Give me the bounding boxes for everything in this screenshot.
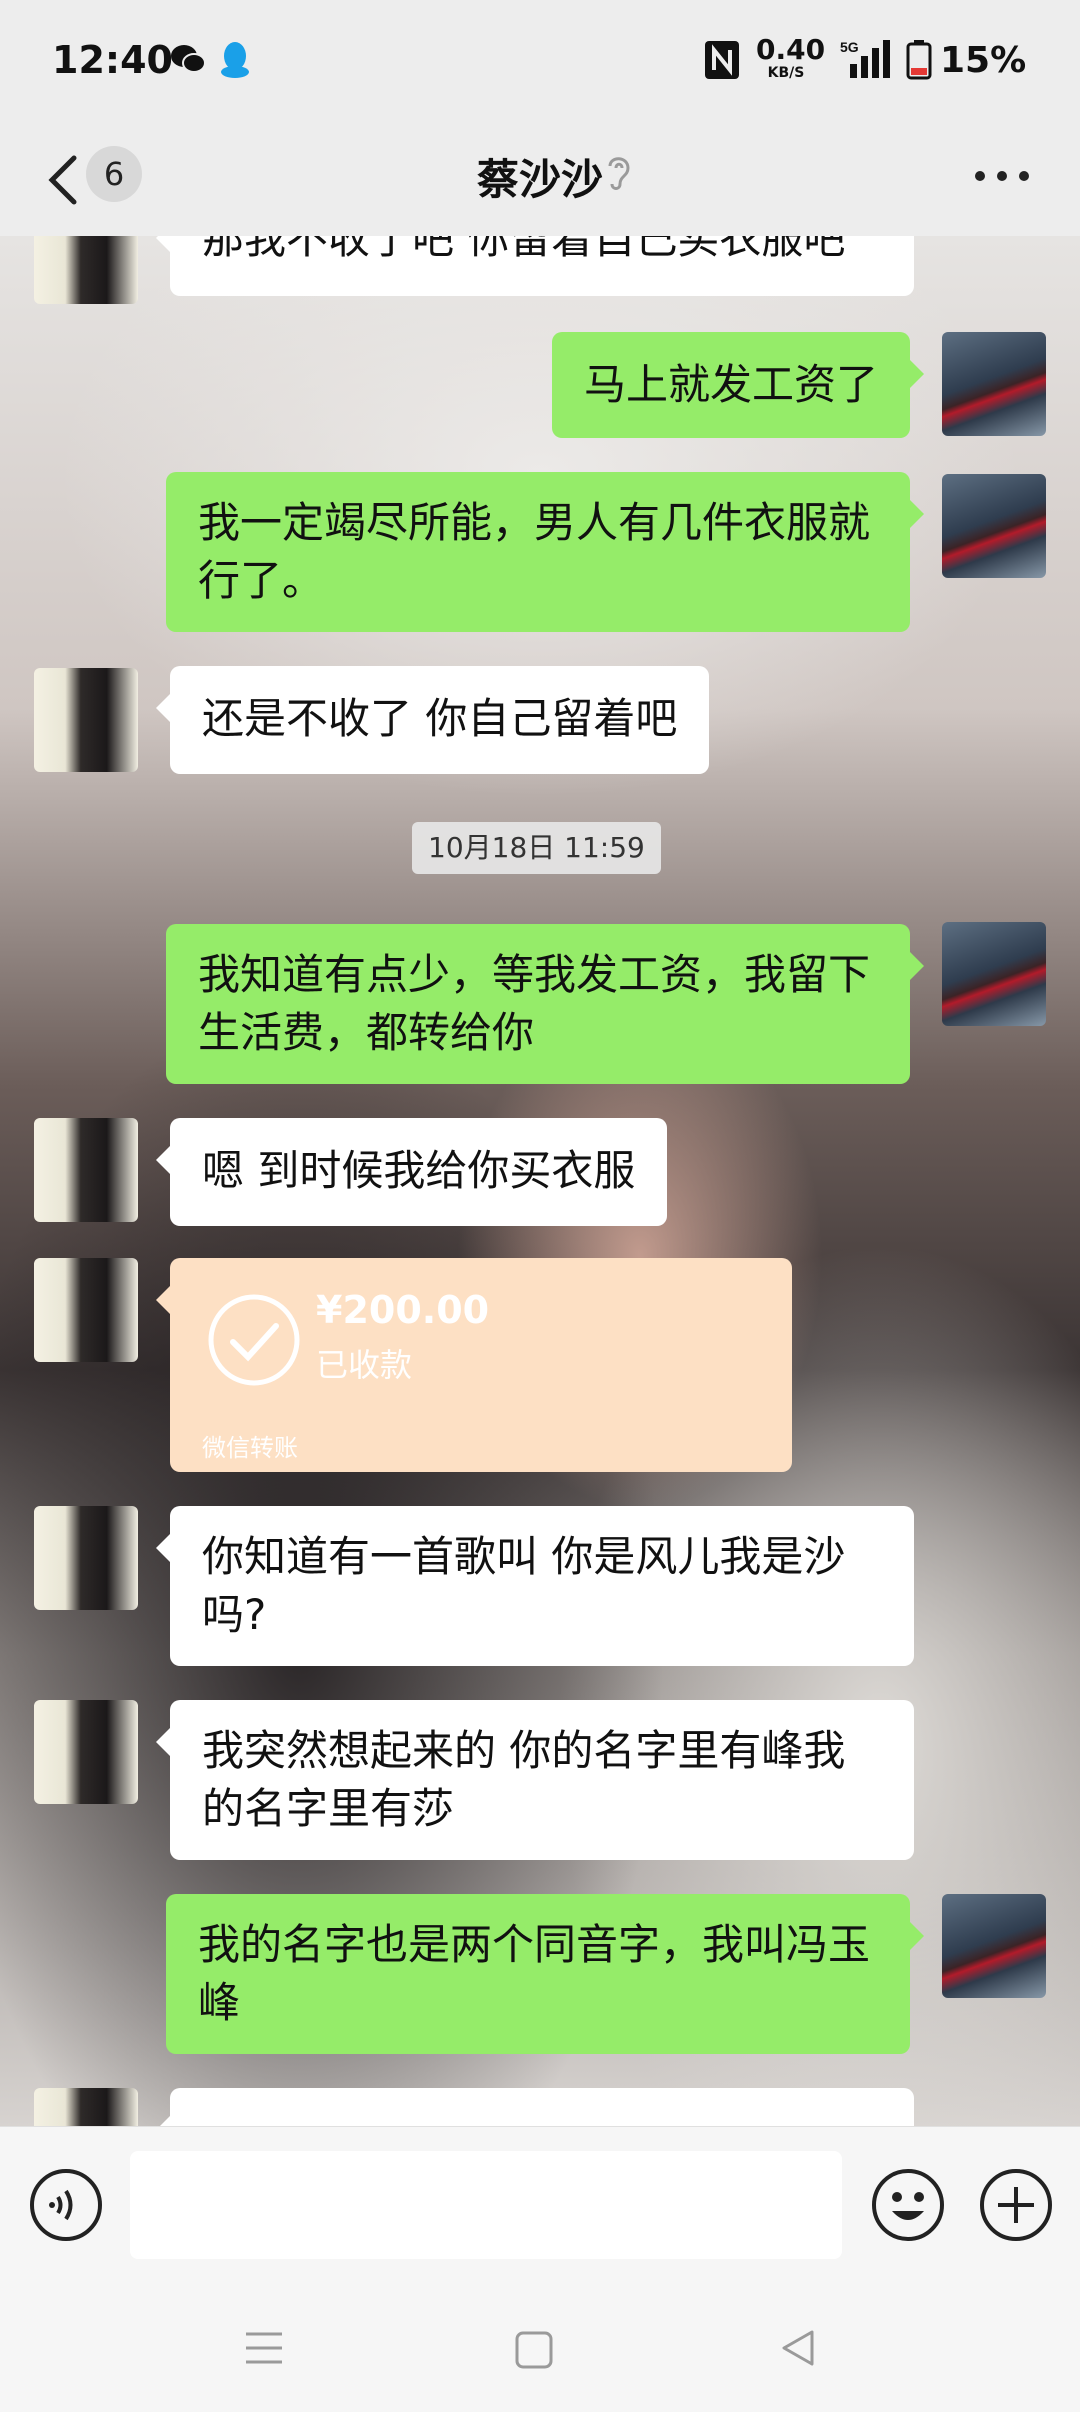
plus-icon[interactable] bbox=[978, 2167, 1054, 2247]
message-bubble-received[interactable]: 我突然想起来的 你的名字里有峰我的名字里有莎 bbox=[156, 1700, 914, 1860]
check-circle-icon bbox=[206, 1292, 302, 1392]
message-bubble-received[interactable]: 还是不收了 你自己留着吧 bbox=[155, 666, 710, 774]
contact-avatar[interactable] bbox=[34, 1258, 138, 1362]
svg-text:5G: 5G bbox=[840, 39, 859, 55]
my-avatar[interactable] bbox=[942, 922, 1046, 1026]
more-icon[interactable] bbox=[974, 168, 1030, 188]
message-timestamp: 10月18日 11:59 bbox=[412, 822, 661, 874]
network-speed-unit: KB/S bbox=[767, 65, 805, 81]
wechat-notification-icon bbox=[170, 44, 206, 78]
qq-notification-icon bbox=[220, 40, 250, 84]
nfc-icon bbox=[704, 40, 740, 84]
chat-header: 6 蔡沙沙 bbox=[0, 124, 1080, 236]
battery-icon bbox=[906, 40, 932, 84]
message-bubble-received[interactable]: 你知道有一首歌叫 你是风儿我是沙吗? bbox=[156, 1506, 914, 1666]
message-bubble-sent[interactable]: 我的名字也是两个同音字，我叫冯玉峰 bbox=[166, 1894, 924, 2054]
message-bubble-received[interactable]: 那我不收了吧 你留着自己买衣服吧 bbox=[156, 236, 914, 296]
message-bubble-sent[interactable]: 我知道有点少，等我发工资，我留下生活费，都转给你 bbox=[166, 924, 924, 1084]
my-avatar[interactable] bbox=[942, 1894, 1046, 1998]
wechat-chat-screen: 12:40 0.40 KB/S 5G 15% 6 蔡沙沙 那我不收了吧 你留着自… bbox=[0, 0, 1080, 2412]
voice-icon[interactable] bbox=[28, 2167, 104, 2247]
signal-5g-icon: 5G bbox=[826, 38, 896, 84]
chat-title: 蔡沙沙 bbox=[476, 155, 603, 204]
home-icon[interactable] bbox=[514, 2330, 554, 2374]
message-bubble-received[interactable]: 嗯 到时候我给你买衣服 bbox=[155, 1118, 668, 1226]
my-avatar[interactable] bbox=[942, 474, 1046, 578]
contact-avatar[interactable] bbox=[34, 668, 138, 772]
back-triangle-icon[interactable] bbox=[778, 2328, 818, 2372]
emoji-icon[interactable] bbox=[870, 2167, 946, 2247]
recent-apps-icon[interactable] bbox=[244, 2330, 284, 2370]
transfer-status: 已收款 bbox=[316, 1346, 413, 1384]
battery-percent: 15% bbox=[940, 40, 1027, 81]
contact-avatar[interactable] bbox=[34, 1118, 138, 1222]
message-bubble-sent[interactable]: 我一定竭尽所能，男人有几件衣服就行了。 bbox=[166, 472, 924, 632]
message-bubble-sent[interactable]: 马上就发工资了 bbox=[551, 332, 925, 438]
network-speed: 0.40 KB/S bbox=[756, 33, 826, 81]
contact-avatar[interactable] bbox=[34, 1506, 138, 1610]
my-avatar[interactable] bbox=[942, 332, 1046, 436]
contact-avatar[interactable] bbox=[34, 2088, 138, 2126]
message-bubble-received-clipped[interactable] bbox=[156, 2088, 914, 2126]
status-bar: 12:40 0.40 KB/S 5G 15% bbox=[0, 0, 1080, 124]
contact-avatar[interactable] bbox=[34, 236, 138, 304]
status-time: 12:40 bbox=[52, 38, 173, 82]
transfer-card[interactable]: ¥200.00 已收款 微信转账 bbox=[156, 1258, 792, 1472]
system-navigation-bar bbox=[0, 2286, 1080, 2412]
chat-message-list[interactable]: 那我不收了吧 你留着自己买衣服吧 马上就发工资了 我一定竭尽所能，男人有几件衣服… bbox=[0, 236, 1080, 2126]
transfer-source-label: 微信转账 bbox=[202, 1434, 298, 1462]
network-speed-value: 0.40 bbox=[756, 33, 826, 66]
transfer-amount: ¥200.00 bbox=[316, 1288, 490, 1332]
contact-avatar[interactable] bbox=[34, 1700, 138, 1804]
message-input[interactable] bbox=[130, 2151, 842, 2259]
ear-icon bbox=[604, 152, 634, 196]
message-input-bar bbox=[0, 2126, 1080, 2287]
